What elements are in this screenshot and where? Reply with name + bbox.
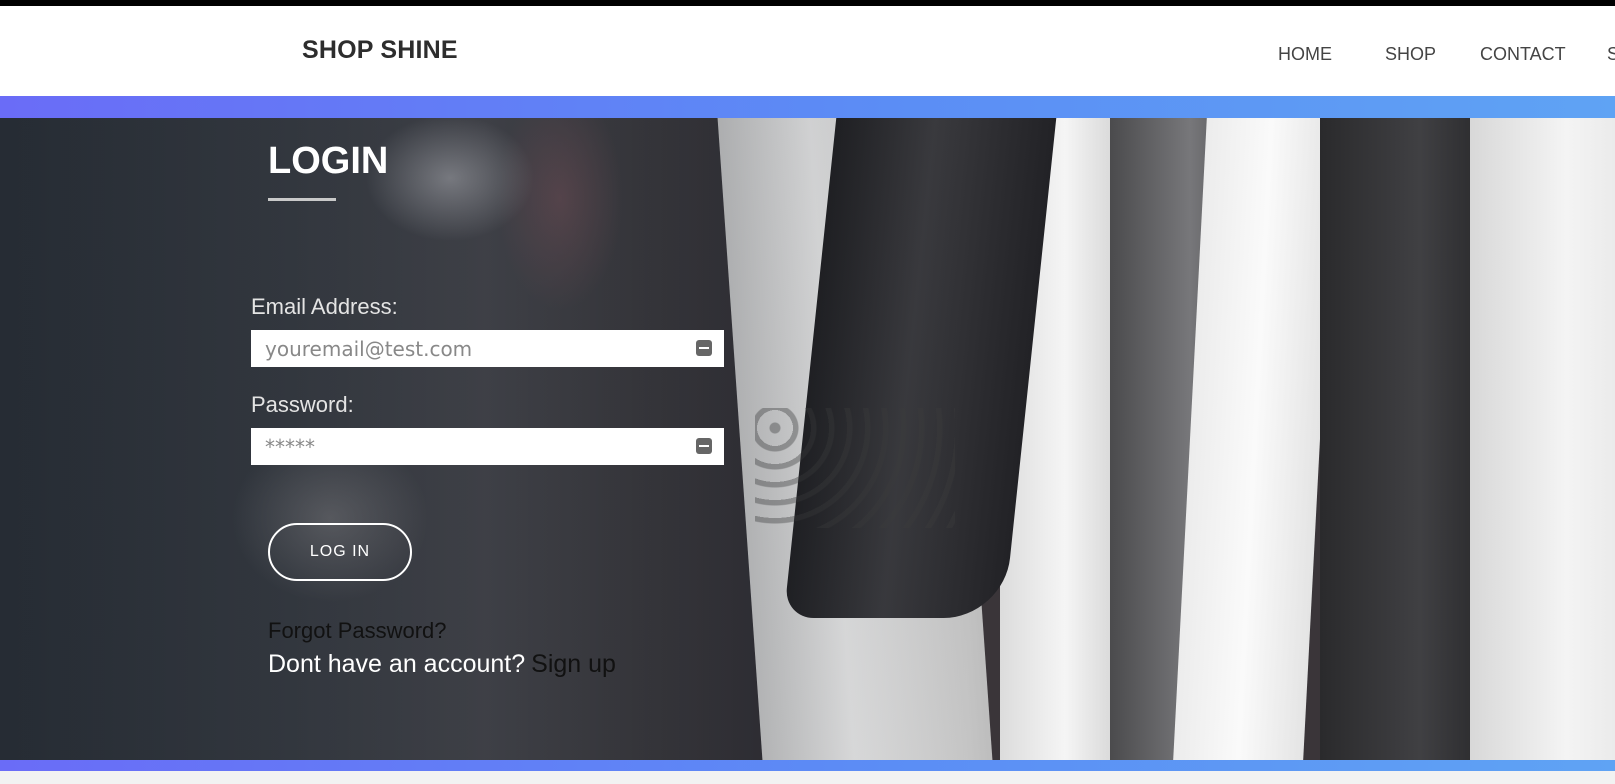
email-field[interactable]	[251, 330, 724, 367]
email-input[interactable]	[265, 330, 685, 367]
gradient-band-top	[0, 96, 1615, 118]
brand-logo-text[interactable]: SHOP SHINE	[302, 36, 458, 65]
login-title: LOGIN	[268, 140, 389, 182]
password-manager-icon[interactable]	[696, 438, 712, 454]
title-underline	[268, 198, 336, 201]
background-shade	[0, 118, 1615, 760]
signup-link[interactable]: Sign up	[531, 650, 616, 678]
signup-prompt: Dont have an account? Sign up	[268, 650, 616, 679]
password-field[interactable]	[251, 428, 724, 465]
nav-shop-link[interactable]: SHOP	[1385, 44, 1436, 65]
footer-strip	[0, 771, 1615, 784]
gradient-band-bottom	[0, 760, 1615, 771]
nav-overflow-link[interactable]: S	[1607, 44, 1615, 65]
nav-home-link[interactable]: HOME	[1278, 44, 1332, 65]
nav-contact-link[interactable]: CONTACT	[1480, 44, 1566, 65]
signup-prompt-text: Dont have an account?	[268, 650, 526, 678]
email-label: Email Address:	[251, 294, 398, 319]
login-button[interactable]: LOG IN	[268, 523, 412, 581]
password-label: Password:	[251, 392, 354, 417]
forgot-password-link[interactable]: Forgot Password?	[268, 618, 447, 644]
hero-background	[0, 118, 1615, 760]
password-manager-icon[interactable]	[696, 340, 712, 356]
password-input[interactable]	[265, 428, 685, 465]
site-header: SHOP SHINE HOME SHOP CONTACT S	[0, 6, 1615, 96]
